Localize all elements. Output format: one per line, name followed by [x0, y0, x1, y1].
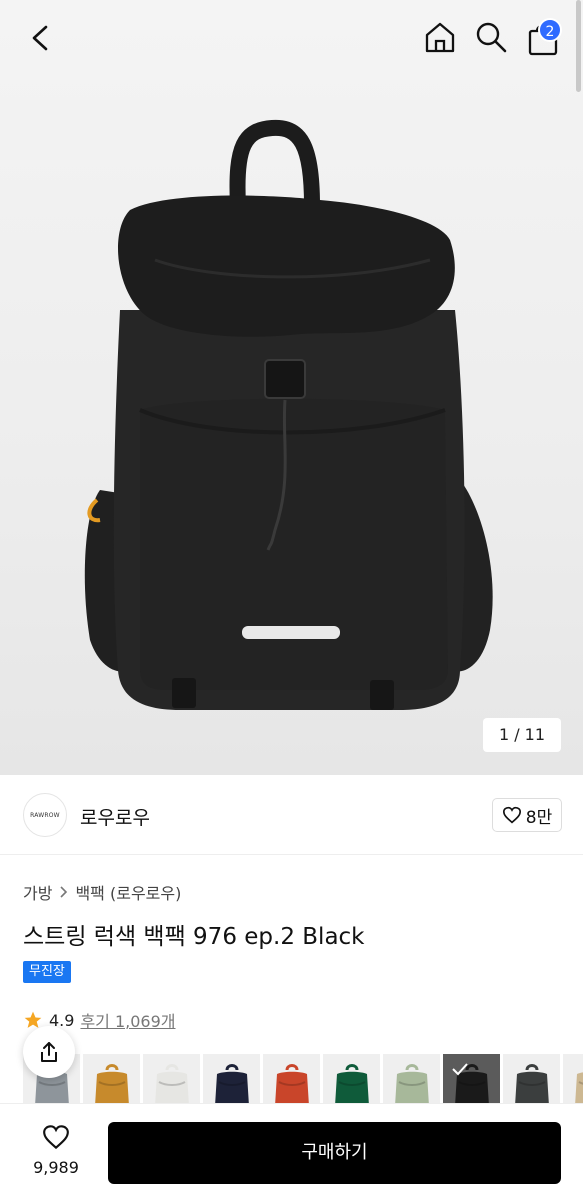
- heart-icon: [43, 1125, 69, 1150]
- scrollbar[interactable]: [576, 0, 581, 92]
- cart-count-badge: 2: [538, 18, 562, 42]
- swatch-backpack-thumbnail: [515, 1064, 549, 1103]
- breadcrumb-category[interactable]: 가방: [23, 880, 52, 904]
- color-swatch-black[interactable]: [443, 1054, 500, 1103]
- brand-row: RAWROW 로우로우 8만: [0, 775, 583, 855]
- brand-name[interactable]: 로우로우: [80, 803, 150, 830]
- swatch-backpack-thumbnail: [215, 1064, 249, 1103]
- shipping-tag: 무진장: [23, 961, 71, 983]
- swatch-backpack-thumbnail: [395, 1064, 429, 1103]
- swatch-backpack-thumbnail: [155, 1064, 189, 1103]
- selected-check-icon: [443, 1054, 500, 1103]
- product-image-backpack: [84, 119, 493, 710]
- wishlist-button[interactable]: 9,989: [24, 1124, 88, 1177]
- brand-logo[interactable]: RAWROW: [23, 793, 67, 837]
- wishlist-count: 9,989: [33, 1158, 79, 1177]
- breadcrumb: 가방 백팩 (로우로우): [23, 880, 181, 904]
- color-swatch-mustard[interactable]: [83, 1054, 140, 1103]
- color-swatch-green[interactable]: [323, 1054, 380, 1103]
- product-image-gallery[interactable]: 1 / 11: [0, 0, 583, 775]
- share-icon: [41, 1042, 57, 1062]
- color-swatch-charcoal[interactable]: [503, 1054, 560, 1103]
- product-title: 스트링 럭색 백팩 976 ep.2 Black: [23, 924, 365, 950]
- brand-like-count: 8만: [525, 807, 553, 828]
- swatch-backpack-thumbnail: [275, 1064, 309, 1103]
- review-count-link[interactable]: 후기 1,069개: [80, 1008, 175, 1032]
- color-swatch-beige[interactable]: [563, 1054, 583, 1103]
- color-swatch-list: [23, 1054, 583, 1103]
- buy-button[interactable]: 구매하기: [108, 1122, 561, 1184]
- color-swatch-navy[interactable]: [203, 1054, 260, 1103]
- chevron-right-icon: [60, 886, 68, 898]
- swatch-backpack-thumbnail: [335, 1064, 369, 1103]
- back-arrow-icon[interactable]: [26, 22, 56, 54]
- breadcrumb-subcategory[interactable]: 백팩 (로우로우): [75, 880, 181, 904]
- color-swatch-white[interactable]: [143, 1054, 200, 1103]
- share-button[interactable]: [23, 1026, 75, 1078]
- bottom-action-bar: 9,989 구매하기: [0, 1103, 583, 1200]
- image-counter[interactable]: 1 / 11: [483, 718, 561, 752]
- brand-like-button[interactable]: 8만: [492, 798, 562, 832]
- search-icon[interactable]: [474, 20, 508, 54]
- heart-icon: [502, 806, 521, 824]
- color-swatch-sage[interactable]: [383, 1054, 440, 1103]
- swatch-backpack-thumbnail: [575, 1072, 583, 1103]
- top-navigation-bar: 2: [0, 0, 583, 76]
- swatch-backpack-thumbnail: [95, 1064, 129, 1103]
- color-swatch-orange-red[interactable]: [263, 1054, 320, 1103]
- home-icon[interactable]: [422, 19, 458, 55]
